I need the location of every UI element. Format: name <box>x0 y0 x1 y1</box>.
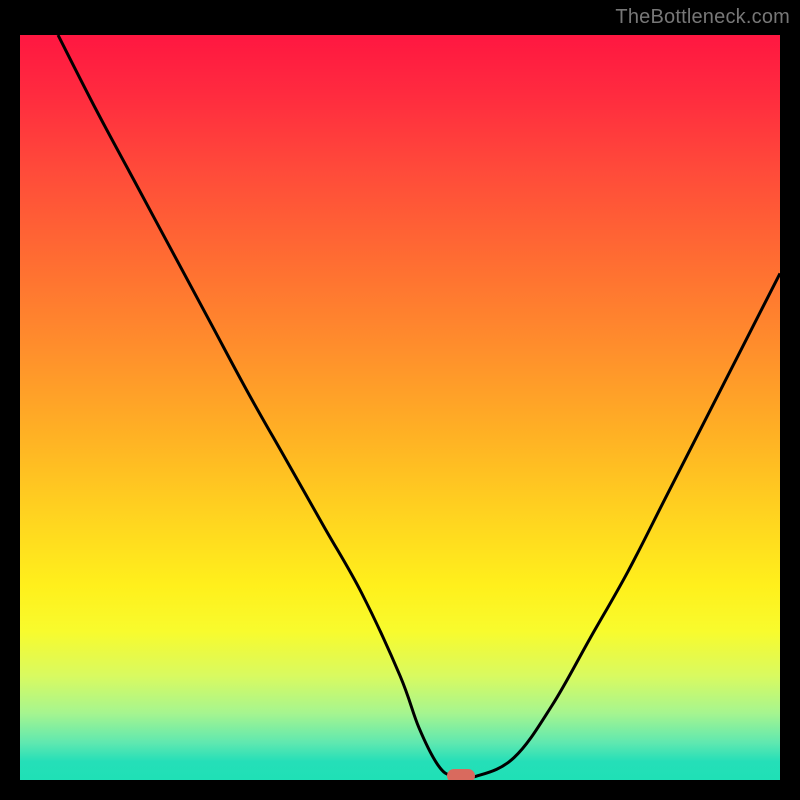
chart-frame: TheBottleneck.com <box>0 0 800 800</box>
curve-path <box>58 35 780 778</box>
watermark-text: TheBottleneck.com <box>615 6 790 29</box>
bottleneck-curve <box>20 35 780 780</box>
plot-area <box>20 35 780 780</box>
optimal-marker <box>447 769 475 780</box>
